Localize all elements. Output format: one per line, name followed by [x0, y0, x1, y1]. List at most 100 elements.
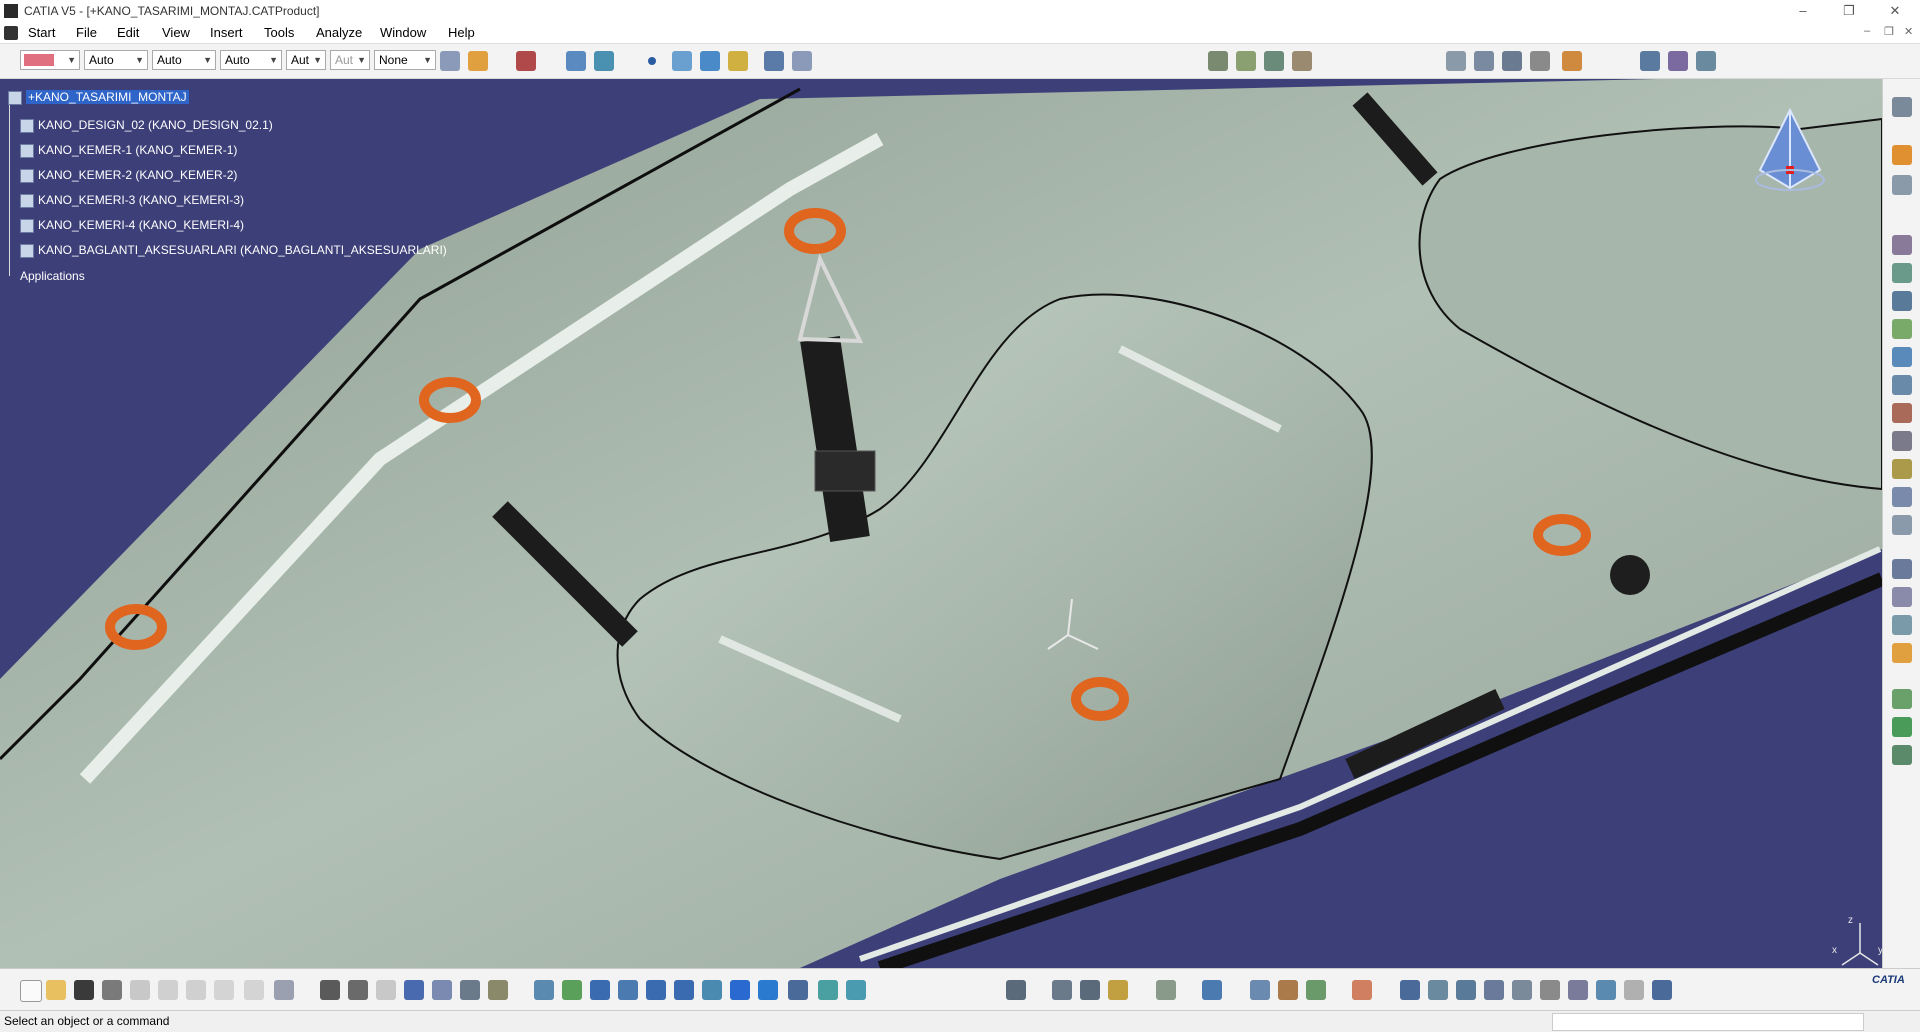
fit-all-icon[interactable] — [562, 980, 582, 1000]
annotation-icon[interactable] — [1892, 347, 1912, 367]
tree-node-applications[interactable]: Applications — [20, 268, 85, 284]
smart-move-icon[interactable] — [1892, 615, 1912, 635]
fly-mode-icon[interactable] — [566, 51, 586, 71]
layer-combo[interactable]: None ▼ — [374, 50, 436, 70]
color-combo[interactable]: ▼ — [20, 50, 80, 70]
tree-node-kano-design[interactable]: KANO_DESIGN_02 (KANO_DESIGN_02.1) — [20, 117, 273, 133]
tree-node-kano-kemeri-3[interactable]: KANO_KEMERI-3 (KANO_KEMERI-3) — [20, 192, 244, 208]
weld-icon[interactable] — [1892, 487, 1912, 507]
manipulation-icon[interactable] — [1668, 51, 1688, 71]
multi-instantiate-icon[interactable] — [1892, 515, 1912, 535]
menu-analyze[interactable]: Analyze — [316, 25, 362, 40]
normal-view-icon[interactable] — [702, 980, 722, 1000]
mdi-minimize-button[interactable]: – — [1864, 25, 1870, 37]
bom-icon[interactable] — [1892, 459, 1912, 479]
spline-icon[interactable] — [700, 51, 720, 71]
document-icon[interactable] — [4, 26, 18, 40]
clipboard-icon[interactable] — [1202, 980, 1222, 1000]
save-icon[interactable] — [74, 980, 94, 1000]
distance-icon[interactable] — [1892, 319, 1912, 339]
examine-mode-icon[interactable] — [594, 51, 614, 71]
curve-icon[interactable] — [672, 51, 692, 71]
apply-material-icon[interactable] — [516, 51, 536, 71]
filter-icon[interactable] — [1568, 980, 1588, 1000]
copy-icon[interactable] — [158, 980, 178, 1000]
constraint-icon[interactable] — [792, 51, 812, 71]
render-icon[interactable] — [1250, 980, 1270, 1000]
settings-icon[interactable] — [1652, 980, 1672, 1000]
menu-edit[interactable]: Edit — [117, 25, 139, 40]
tree-root-node[interactable]: +KANO_TASARIMI_MONTAJ — [8, 89, 189, 105]
assembly-icon[interactable] — [1428, 980, 1448, 1000]
scene-icon[interactable] — [1892, 235, 1912, 255]
refresh-icon[interactable] — [1624, 980, 1644, 1000]
tree-node-kano-baglanti[interactable]: KANO_BAGLANTI_AKSESUARLARI (KANO_BAGLANT… — [20, 242, 447, 258]
clash-icon[interactable] — [1892, 263, 1912, 283]
hull-knob[interactable] — [1610, 555, 1650, 595]
contact-constraint-icon[interactable] — [1474, 51, 1494, 71]
tree-node-kano-kemer-2[interactable]: KANO_KEMER-2 (KANO_KEMER-2) — [20, 167, 237, 183]
explode-icon[interactable] — [1640, 51, 1660, 71]
save-management-icon[interactable] — [1892, 745, 1912, 765]
coincidence-constraint-icon[interactable] — [1446, 51, 1466, 71]
new-document-icon[interactable] — [20, 980, 42, 1002]
iso-view-icon[interactable] — [758, 980, 778, 1000]
whats-this-icon[interactable] — [274, 980, 294, 1000]
menu-window[interactable]: Window — [380, 25, 426, 40]
layer-style-combo[interactable]: Aut ▼ — [330, 50, 370, 70]
cut-icon[interactable] — [130, 980, 150, 1000]
catalog-icon[interactable] — [1892, 97, 1912, 117]
point-type-combo[interactable]: Aut ▼ — [286, 50, 326, 70]
section-icon[interactable] — [1892, 291, 1912, 311]
menu-tools[interactable]: Tools — [264, 25, 294, 40]
table-icon[interactable] — [404, 980, 424, 1000]
line-type-combo[interactable]: Auto ▼ — [220, 50, 282, 70]
paste-icon[interactable] — [186, 980, 206, 1000]
tools-icon[interactable] — [1512, 980, 1532, 1000]
existing-component-icon[interactable] — [1292, 51, 1312, 71]
pencil-icon[interactable] — [1540, 980, 1560, 1000]
select-arrow-icon[interactable] — [1892, 145, 1912, 165]
environment-icon[interactable] — [1306, 980, 1326, 1000]
reorder-icon[interactable] — [1892, 587, 1912, 607]
materials-icon[interactable] — [1278, 980, 1298, 1000]
update-icon[interactable] — [1006, 980, 1026, 1000]
new-part-icon[interactable] — [1264, 51, 1284, 71]
new-component-icon[interactable] — [1208, 51, 1228, 71]
transparency-combo[interactable]: Auto ▼ — [84, 50, 148, 70]
mdi-restore-button[interactable]: ❐ — [1884, 25, 1894, 38]
link-icon[interactable] — [1400, 980, 1420, 1000]
graph-icon[interactable] — [432, 980, 452, 1000]
rotate-icon[interactable] — [618, 980, 638, 1000]
generate-numbering-icon[interactable] — [1892, 717, 1912, 737]
menu-help[interactable]: Help — [448, 25, 475, 40]
offset-constraint-icon[interactable] — [1502, 51, 1522, 71]
angle-constraint-icon[interactable] — [1530, 51, 1550, 71]
menu-insert[interactable]: Insert — [210, 25, 243, 40]
fix-component-icon[interactable] — [1562, 51, 1582, 71]
swap-space-icon[interactable] — [846, 980, 866, 1000]
strap-buckle[interactable] — [814, 450, 876, 492]
knowledge-icon[interactable] — [376, 980, 396, 1000]
new-product-icon[interactable] — [1236, 51, 1256, 71]
manage-representations-icon[interactable] — [1080, 980, 1100, 1000]
tree-node-kano-kemer-1[interactable]: KANO_KEMER-1 (KANO_KEMER-1) — [20, 142, 237, 158]
minimize-button[interactable]: – — [1780, 0, 1826, 22]
print-icon[interactable] — [102, 980, 122, 1000]
pan-icon[interactable] — [590, 980, 610, 1000]
snap-component-icon[interactable] — [1696, 51, 1716, 71]
snap-icon[interactable] — [764, 51, 784, 71]
move-icon[interactable] — [1892, 375, 1912, 395]
hand-tool-icon[interactable] — [1108, 980, 1128, 1000]
painter-icon[interactable] — [440, 51, 460, 71]
menu-file[interactable]: File — [76, 25, 97, 40]
properties-icon[interactable] — [468, 51, 488, 71]
measure-icon[interactable] — [1892, 175, 1912, 195]
surface-icon[interactable] — [728, 51, 748, 71]
menu-start[interactable]: Start — [28, 25, 55, 40]
catia-app-icon[interactable] — [4, 4, 18, 18]
catalog-browser-icon[interactable] — [460, 980, 480, 1000]
zoom-in-icon[interactable] — [646, 980, 666, 1000]
text-icon[interactable] — [1892, 431, 1912, 451]
undo-icon[interactable] — [214, 980, 234, 1000]
